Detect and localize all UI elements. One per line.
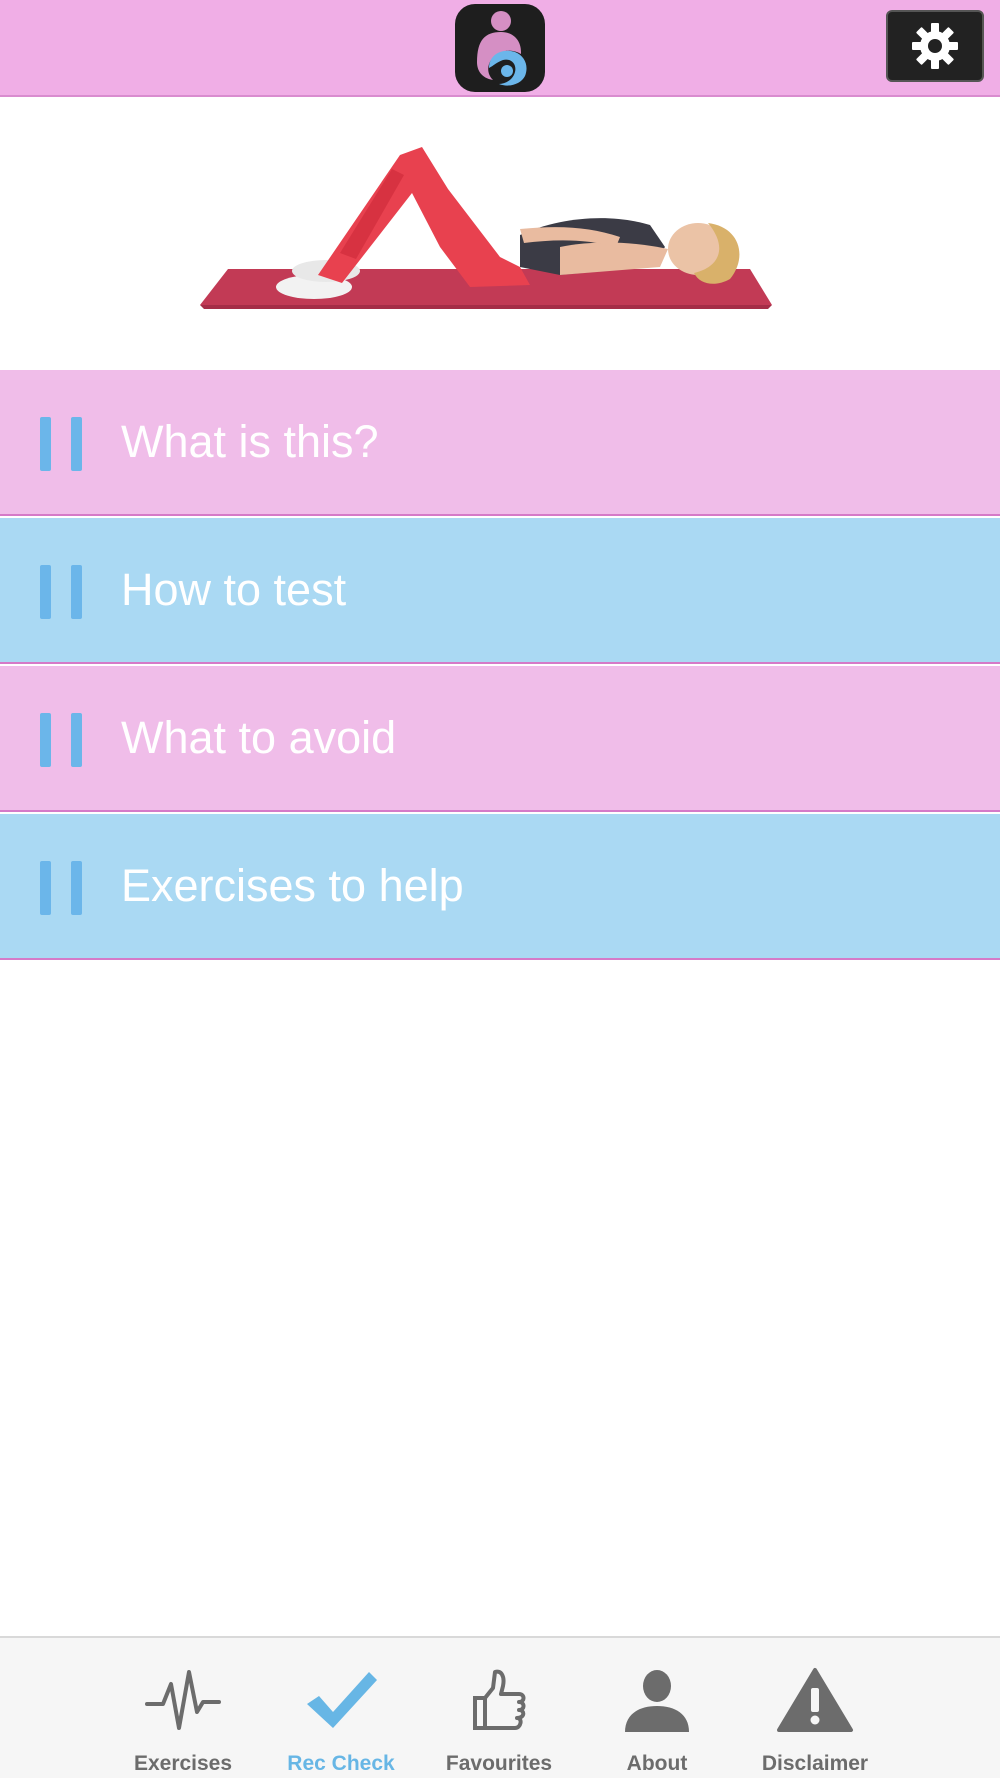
woman-lying-on-mat-illustration bbox=[200, 147, 772, 309]
exercise-illustration bbox=[0, 97, 1000, 372]
pause-bars-icon bbox=[40, 713, 82, 767]
menu-item-label: How to test bbox=[121, 564, 347, 615]
tab-label: Rec Check bbox=[287, 1752, 395, 1775]
pause-bars-icon bbox=[40, 861, 82, 915]
tab-label: Favourites bbox=[445, 1752, 553, 1775]
checkmark-icon bbox=[307, 1672, 377, 1728]
pause-bars-icon bbox=[40, 565, 82, 619]
tab-exercises[interactable]: Exercises bbox=[104, 1638, 262, 1778]
top-bar bbox=[0, 0, 1000, 97]
warning-icon bbox=[777, 1668, 853, 1732]
menu-item-exercises-to-help[interactable]: Exercises to help bbox=[0, 814, 1000, 960]
bottom-tab-bar: Exercises Rec Check Favourites About Dis… bbox=[0, 1636, 1000, 1778]
tab-favourites[interactable]: Favourites bbox=[420, 1638, 578, 1778]
gear-icon bbox=[912, 23, 958, 69]
tab-about[interactable]: About bbox=[578, 1638, 736, 1778]
pause-bars-icon bbox=[40, 417, 82, 471]
person-icon bbox=[625, 1670, 689, 1732]
settings-button[interactable] bbox=[886, 10, 984, 82]
tab-disclaimer[interactable]: Disclaimer bbox=[736, 1638, 894, 1778]
menu-item-label: What is this? bbox=[121, 416, 379, 467]
thumbs-up-icon bbox=[473, 1669, 526, 1730]
heartbeat-icon bbox=[145, 1670, 221, 1730]
menu-item-how-to-test[interactable]: How to test bbox=[0, 518, 1000, 664]
tab-label: About bbox=[626, 1752, 688, 1775]
menu-item-what-is-this[interactable]: What is this? bbox=[0, 370, 1000, 516]
menu-item-label: Exercises to help bbox=[121, 860, 464, 911]
tab-rec-check[interactable]: Rec Check bbox=[262, 1638, 420, 1778]
tab-label: Disclaimer bbox=[761, 1752, 869, 1775]
menu-item-label: What to avoid bbox=[121, 712, 397, 763]
menu-item-what-to-avoid[interactable]: What to avoid bbox=[0, 666, 1000, 812]
tab-label: Exercises bbox=[133, 1752, 233, 1775]
mother-and-baby-logo-icon bbox=[455, 4, 545, 92]
